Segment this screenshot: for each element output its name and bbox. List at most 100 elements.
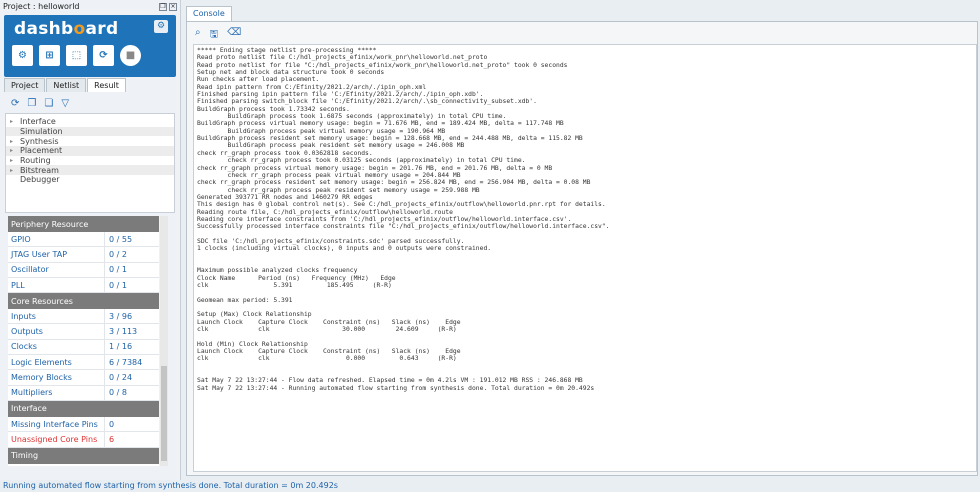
chevron-right-icon[interactable]: ▸: [10, 167, 20, 174]
tab-project[interactable]: Project: [4, 78, 46, 92]
flow-step[interactable]: ▸ Placement: [6, 146, 174, 156]
resource-value: 0 / 2: [109, 249, 127, 259]
console-line: Launch Clock Capture Clock Constraint (n…: [197, 318, 461, 326]
resource-value: 0 / 24: [109, 373, 133, 383]
scrollbar-thumb[interactable]: [161, 366, 167, 461]
design-icon[interactable]: ⚙: [12, 45, 33, 66]
resource-row[interactable]: Multipliers 0 / 8: [8, 385, 159, 401]
settings-icon[interactable]: ⚙: [154, 20, 168, 33]
console-line: check rr_graph process virtual memory us…: [197, 164, 553, 172]
flow-step[interactable]: Simulation: [6, 126, 174, 137]
flow-step-label: Placement: [20, 146, 63, 156]
console-line: clk clk 0.000 0.643 (R-R): [197, 355, 457, 363]
flow-step[interactable]: ▸ Routing: [6, 156, 174, 166]
console-line: BuildGraph process peak virtual memory u…: [197, 127, 446, 135]
console-line: Run checks after load placement.: [197, 76, 320, 84]
resource-section-header[interactable]: Periphery Resource: [8, 216, 159, 232]
interface-icon[interactable]: ⊞: [39, 45, 60, 66]
floorplan-icon[interactable]: ⬚: [66, 45, 87, 66]
resource-table: Periphery Resource GPIO 0 / 55 JTAG User TA…: [8, 216, 159, 466]
flow-step[interactable]: ▸ Interface: [6, 117, 174, 127]
resource-value: 6 / 7384: [109, 357, 143, 367]
resource-name: Oscillator: [8, 262, 105, 277]
flow-step-label: Simulation: [20, 127, 63, 137]
copy-icon[interactable]: ❐: [27, 98, 36, 109]
resource-row[interactable]: Inputs 3 / 96: [8, 309, 159, 325]
resource-row[interactable]: Unassigned Core Pins 6: [8, 432, 159, 448]
flow-tree: ▸ Interface Simulation ▸ Synthesis ▸ Placement…: [5, 113, 175, 213]
resource-section-header[interactable]: Interface: [8, 400, 159, 417]
console-line: clk clk 30.000 24.609 (R-R): [197, 325, 457, 333]
console-line: Maximum possible analyzed clocks frequen…: [197, 267, 358, 275]
search-icon[interactable]: ⌕: [195, 27, 201, 44]
console-line: BuildGraph process virtual memory usage:…: [197, 120, 564, 128]
flow-step[interactable]: Debugger: [6, 175, 174, 185]
resource-value: 1 / 16: [109, 342, 133, 352]
resource-section-header[interactable]: Timing: [8, 447, 159, 464]
resource-value: 0 / 1: [109, 265, 127, 275]
resource-row[interactable]: PLL 0 / 1: [8, 277, 159, 294]
project-tabs: Project Netlist Result: [4, 78, 127, 92]
resource-row[interactable]: JTAG User TAP 0 / 2: [8, 247, 159, 263]
resource-row[interactable]: Clocks 1 / 16: [8, 339, 159, 356]
console-line: Read proto netlist file C:/hdl_projects_…: [197, 54, 488, 62]
resource-name: Multipliers: [8, 385, 105, 400]
stop-icon[interactable]: ■: [120, 45, 141, 66]
clear-icon[interactable]: ⌫: [227, 27, 241, 44]
console-output[interactable]: ***** Ending stage netlist pre-processin…: [193, 44, 977, 472]
console-line: Read proto netlist for file "C:/hdl_proj…: [197, 61, 568, 69]
flow-step[interactable]: ▸ Bitstream: [6, 165, 174, 176]
resource-section-header[interactable]: Core Resources: [8, 293, 159, 310]
flow-step[interactable]: ▸ Synthesis: [6, 136, 174, 146]
console-line: check rr_graph process took 0.03125 seco…: [197, 157, 526, 165]
save-icon[interactable]: 🖫: [210, 27, 219, 44]
float-icon[interactable]: ❐: [159, 3, 167, 11]
resource-row[interactable]: Oscillator 0 / 1: [8, 262, 159, 278]
dashboard: dashboard ⚙ ⚙ ⊞ ⬚ ⟳ ■: [4, 15, 176, 77]
flow-step-label: Bitstream: [20, 165, 59, 175]
console-line: Geomean max period: 5.391: [197, 296, 293, 304]
tab-result[interactable]: Result: [87, 78, 126, 92]
console-line: Reading core interface constraints from …: [197, 215, 572, 223]
debugger-icon[interactable]: ⟳: [93, 45, 114, 66]
chevron-right-icon[interactable]: ▸: [10, 138, 20, 145]
resource-row[interactable]: GPIO 0 / 55: [8, 232, 159, 248]
close-icon[interactable]: ×: [169, 3, 177, 11]
refresh-icon[interactable]: ⟳: [11, 98, 19, 109]
resource-value: 0 / 1: [109, 280, 127, 290]
console-line: check rr_graph process resident set memo…: [197, 179, 591, 187]
resource-name: Clocks: [8, 339, 105, 355]
resource-name: Outputs: [8, 324, 105, 339]
resource-value: 6: [109, 434, 115, 444]
console-panel: ⌕ 🖫 ⌫ ***** Ending stage netlist pre-pro…: [186, 21, 978, 476]
resource-name: PLL: [8, 277, 105, 293]
chevron-right-icon[interactable]: ▸: [10, 118, 20, 125]
resource-scrollbar[interactable]: [160, 216, 168, 466]
console-line: BuildGraph process took 1.73342 seconds.: [197, 105, 350, 113]
flow-step-label: Interface: [20, 117, 56, 127]
chevron-right-icon[interactable]: ▸: [10, 157, 20, 164]
resource-row[interactable]: Outputs 3 / 113: [8, 324, 159, 340]
resource-row[interactable]: Missing Interface Pins 0: [8, 416, 159, 433]
console-line: Successfully processed interface constra…: [197, 223, 610, 231]
resource-row[interactable]: Memory Blocks 0 / 24: [8, 370, 159, 386]
project-title: Project : helloworld: [3, 1, 80, 11]
console-line: BuildGraph process resident set memory u…: [197, 135, 583, 143]
resource-name: Logic Elements: [8, 355, 105, 370]
console-line: Hold (Min) Clock Relationship: [197, 340, 308, 348]
resource-row[interactable]: Logic Elements 6 / 7384: [8, 355, 159, 371]
resource-name: GPIO: [8, 232, 105, 247]
console-line: BuildGraph process took 1.6875 seconds (…: [197, 113, 507, 121]
chevron-right-icon[interactable]: ▸: [10, 147, 20, 154]
resource-value: 3 / 96: [109, 311, 133, 321]
filter-icon[interactable]: ▽: [61, 98, 69, 109]
console-line: Read ipin pattern from C:/Efinity/2021.2…: [197, 83, 427, 91]
tab-console[interactable]: Console: [186, 6, 232, 21]
tab-netlist[interactable]: Netlist: [46, 78, 87, 92]
paste-icon[interactable]: ❏: [44, 98, 53, 109]
